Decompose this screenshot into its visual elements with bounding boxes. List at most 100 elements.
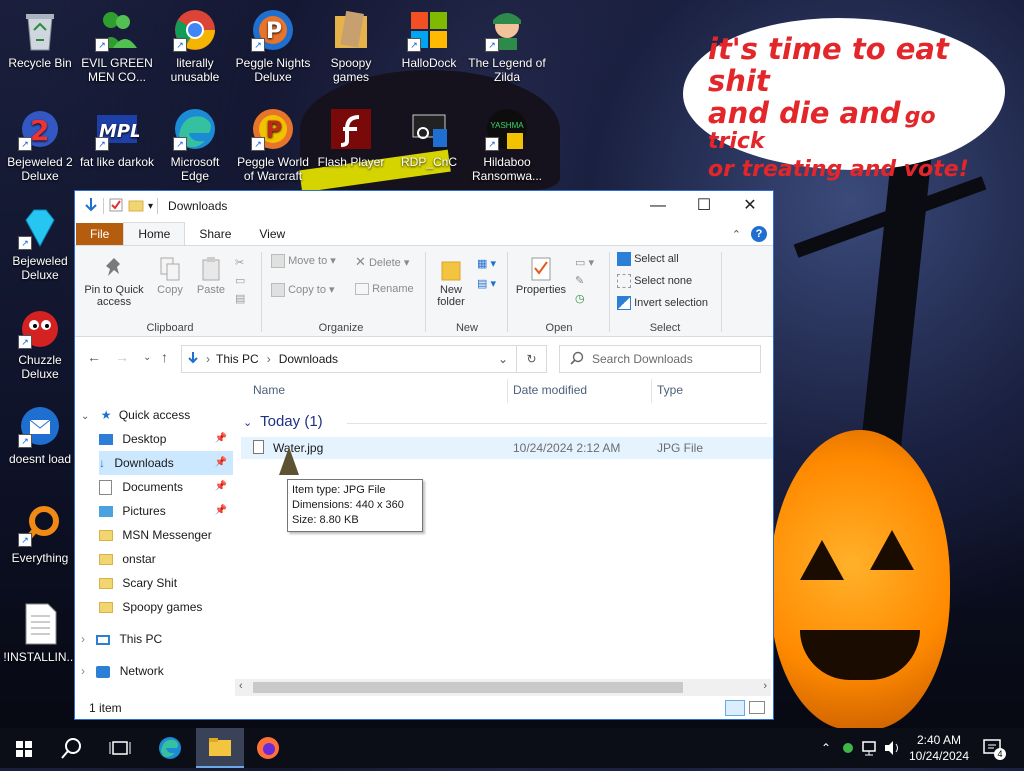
column-header-type[interactable]: Type xyxy=(657,383,683,397)
horizontal-scrollbar[interactable]: ‹ › xyxy=(235,679,771,696)
title-bar[interactable]: ▾ Downloads — ☐ ✕ xyxy=(75,191,773,221)
history-icon[interactable]: ◷ xyxy=(575,290,594,308)
column-header-date[interactable]: Date modified xyxy=(513,383,587,397)
forward-button[interactable]: → xyxy=(115,349,129,365)
cut-icon[interactable]: ✂ xyxy=(235,254,245,272)
select-all-button[interactable]: Select all xyxy=(617,252,679,266)
pin-icon[interactable]: 📌 xyxy=(215,427,227,451)
nav-spoopy-games[interactable]: Spoopy games xyxy=(99,595,233,619)
desktop-icon-legend-of-zilda[interactable]: ↗ The Legend of Zilda xyxy=(467,8,547,84)
details-view-icon[interactable] xyxy=(725,700,745,716)
new-folder-button[interactable]: New folder xyxy=(431,256,471,308)
tab-view[interactable]: View xyxy=(245,223,299,245)
desktop-icon-everything[interactable]: ↗ Everything xyxy=(0,503,80,565)
desktop-icon-chrome[interactable]: ↗ literally unusable xyxy=(155,8,235,84)
tab-file[interactable]: File xyxy=(76,223,124,245)
tray-app-icon[interactable] xyxy=(838,728,858,768)
copy-path-icon[interactable]: ▭ xyxy=(235,272,245,290)
desktop-icon-peggle-nights[interactable]: P ↗ Peggle Nights Deluxe xyxy=(233,8,313,84)
breadcrumb-this-pc[interactable]: This PC xyxy=(216,352,259,366)
scroll-right-icon[interactable]: › xyxy=(763,680,767,692)
up-button[interactable]: ↑ xyxy=(161,349,168,365)
pin-icon[interactable]: 📌 xyxy=(215,451,227,475)
paste-button[interactable]: Paste xyxy=(193,256,229,296)
nav-desktop[interactable]: Desktop 📌 xyxy=(99,427,233,451)
volume-icon[interactable] xyxy=(882,728,902,768)
move-to-button[interactable]: Move to ▾ xyxy=(271,254,336,269)
pin-icon[interactable]: 📌 xyxy=(215,475,227,499)
edit-icon[interactable]: ✎ xyxy=(575,272,594,290)
scrollbar-thumb[interactable] xyxy=(253,682,683,693)
paste-shortcut-icon[interactable]: ▤ xyxy=(235,290,245,308)
desktop-icon-bejeweled-deluxe[interactable]: ↗ Bejeweled Deluxe xyxy=(0,206,80,282)
nav-documents[interactable]: Documents 📌 xyxy=(99,475,233,499)
new-folder-icon[interactable] xyxy=(128,197,144,216)
tab-home[interactable]: Home xyxy=(123,222,186,245)
minimize-button[interactable]: — xyxy=(635,191,681,221)
desktop-icon-rdp-cnc[interactable]: RDP_CnC xyxy=(389,107,469,169)
desktop-icon-flash-player[interactable]: Flash Player xyxy=(311,107,391,169)
table-row[interactable]: Water.jpg 10/24/2024 2:12 AM JPG File xyxy=(241,437,773,459)
column-header-name[interactable]: Name xyxy=(253,383,285,397)
easy-access-icon[interactable]: ▤ ▾ xyxy=(477,274,496,294)
start-button[interactable] xyxy=(0,728,48,768)
recent-locations-button[interactable]: ⌄ xyxy=(143,352,151,363)
copy-to-button[interactable]: Copy to ▾ xyxy=(271,283,335,298)
search-button[interactable] xyxy=(48,728,96,768)
nav-network[interactable]: › Network xyxy=(81,659,239,683)
taskbar-firefox[interactable] xyxy=(244,728,292,768)
pin-to-quick-access-button[interactable]: Pin to Quick access xyxy=(81,256,147,308)
large-icons-view-icon[interactable] xyxy=(749,701,765,714)
scroll-left-icon[interactable]: ‹ xyxy=(239,680,243,692)
breadcrumb-downloads[interactable]: Downloads xyxy=(279,352,338,366)
taskbar-file-explorer[interactable] xyxy=(196,728,244,768)
desktop-icon-hildaboo[interactable]: YASHMA ↗ Hildaboo Ransomwa... xyxy=(467,107,547,183)
properties-button[interactable]: Properties xyxy=(513,256,569,296)
collapse-ribbon-icon[interactable]: ⌃ xyxy=(732,228,741,241)
properties-check-icon[interactable] xyxy=(108,197,124,216)
back-button[interactable]: ← xyxy=(87,349,101,365)
nav-scary-shit[interactable]: Scary Shit xyxy=(99,571,233,595)
desktop-icon-spoopy-games[interactable]: Spoopy games xyxy=(311,8,391,84)
help-icon[interactable]: ? xyxy=(751,226,767,242)
tab-share[interactable]: Share xyxy=(185,223,245,245)
desktop-icon-fat-like-darkok[interactable]: MPL ↗ fat like darkok xyxy=(77,107,157,169)
file-explorer-window[interactable]: ▾ Downloads — ☐ ✕ File Home Share View ⌃… xyxy=(74,190,774,720)
task-view-button[interactable] xyxy=(96,728,144,768)
rename-button[interactable]: Rename xyxy=(355,283,414,296)
show-hidden-icons[interactable]: ⌃ xyxy=(812,728,840,768)
desktop-icon-recycle-bin[interactable]: Recycle Bin xyxy=(0,8,80,70)
delete-button[interactable]: ✕ Delete ▾ xyxy=(355,254,409,270)
close-button[interactable]: ✕ xyxy=(727,191,773,221)
search-input[interactable]: Search Downloads xyxy=(559,345,761,373)
desktop-icon-chuzzle-deluxe[interactable]: ↗ Chuzzle Deluxe xyxy=(0,305,80,381)
maximize-button[interactable]: ☐ xyxy=(681,191,727,221)
customize-toolbar-icon[interactable]: ▾ xyxy=(148,201,153,212)
expand-chevron-icon[interactable]: ⌄ xyxy=(81,411,89,422)
desktop-icon-doesnt-load[interactable]: ↗ doesnt load xyxy=(0,404,80,466)
nav-pictures[interactable]: Pictures 📌 xyxy=(99,499,233,523)
copy-button[interactable]: Copy xyxy=(153,256,187,296)
open-icon[interactable]: ▭ ▾ xyxy=(575,254,594,272)
desktop-icon-peggle-world-of-warcraft[interactable]: P ↗ Peggle World of Warcraft xyxy=(233,107,313,183)
clock[interactable]: 2:40 AM 10/24/2024 xyxy=(904,728,974,768)
nav-onstar[interactable]: onstar xyxy=(99,547,233,571)
group-header-today[interactable]: ⌄ Today (1) xyxy=(243,413,323,430)
desktop-icon-installing[interactable]: !INSTALLIN... xyxy=(0,602,80,664)
pin-icon[interactable]: 📌 xyxy=(215,499,227,523)
address-bar[interactable]: › This PC › Downloads ⌄ xyxy=(181,345,517,373)
taskbar-edge[interactable] xyxy=(146,728,194,768)
invert-selection-button[interactable]: Invert selection xyxy=(617,296,708,310)
desktop-icon-evil-green-men[interactable]: ↗ EVIL GREEN MEN CO... xyxy=(77,8,157,84)
nav-msn-messenger[interactable]: MSN Messenger xyxy=(99,523,233,547)
desktop-icon-microsoft-edge[interactable]: ↗ Microsoft Edge xyxy=(155,107,235,183)
action-center-button[interactable]: 4 xyxy=(980,728,1010,768)
desktop-icon-bejeweled-2[interactable]: 2 ↗ Bejeweled 2 Deluxe xyxy=(0,107,80,183)
select-none-button[interactable]: Select none xyxy=(617,274,692,288)
expand-chevron-icon[interactable]: › xyxy=(81,632,85,646)
expand-chevron-icon[interactable]: › xyxy=(81,664,85,678)
nav-this-pc[interactable]: › This PC xyxy=(81,627,239,651)
network-icon[interactable] xyxy=(860,728,880,768)
nav-quick-access[interactable]: ⌄ ★ Quick access xyxy=(81,403,239,427)
nav-downloads[interactable]: ↓ Downloads 📌 xyxy=(99,451,233,475)
